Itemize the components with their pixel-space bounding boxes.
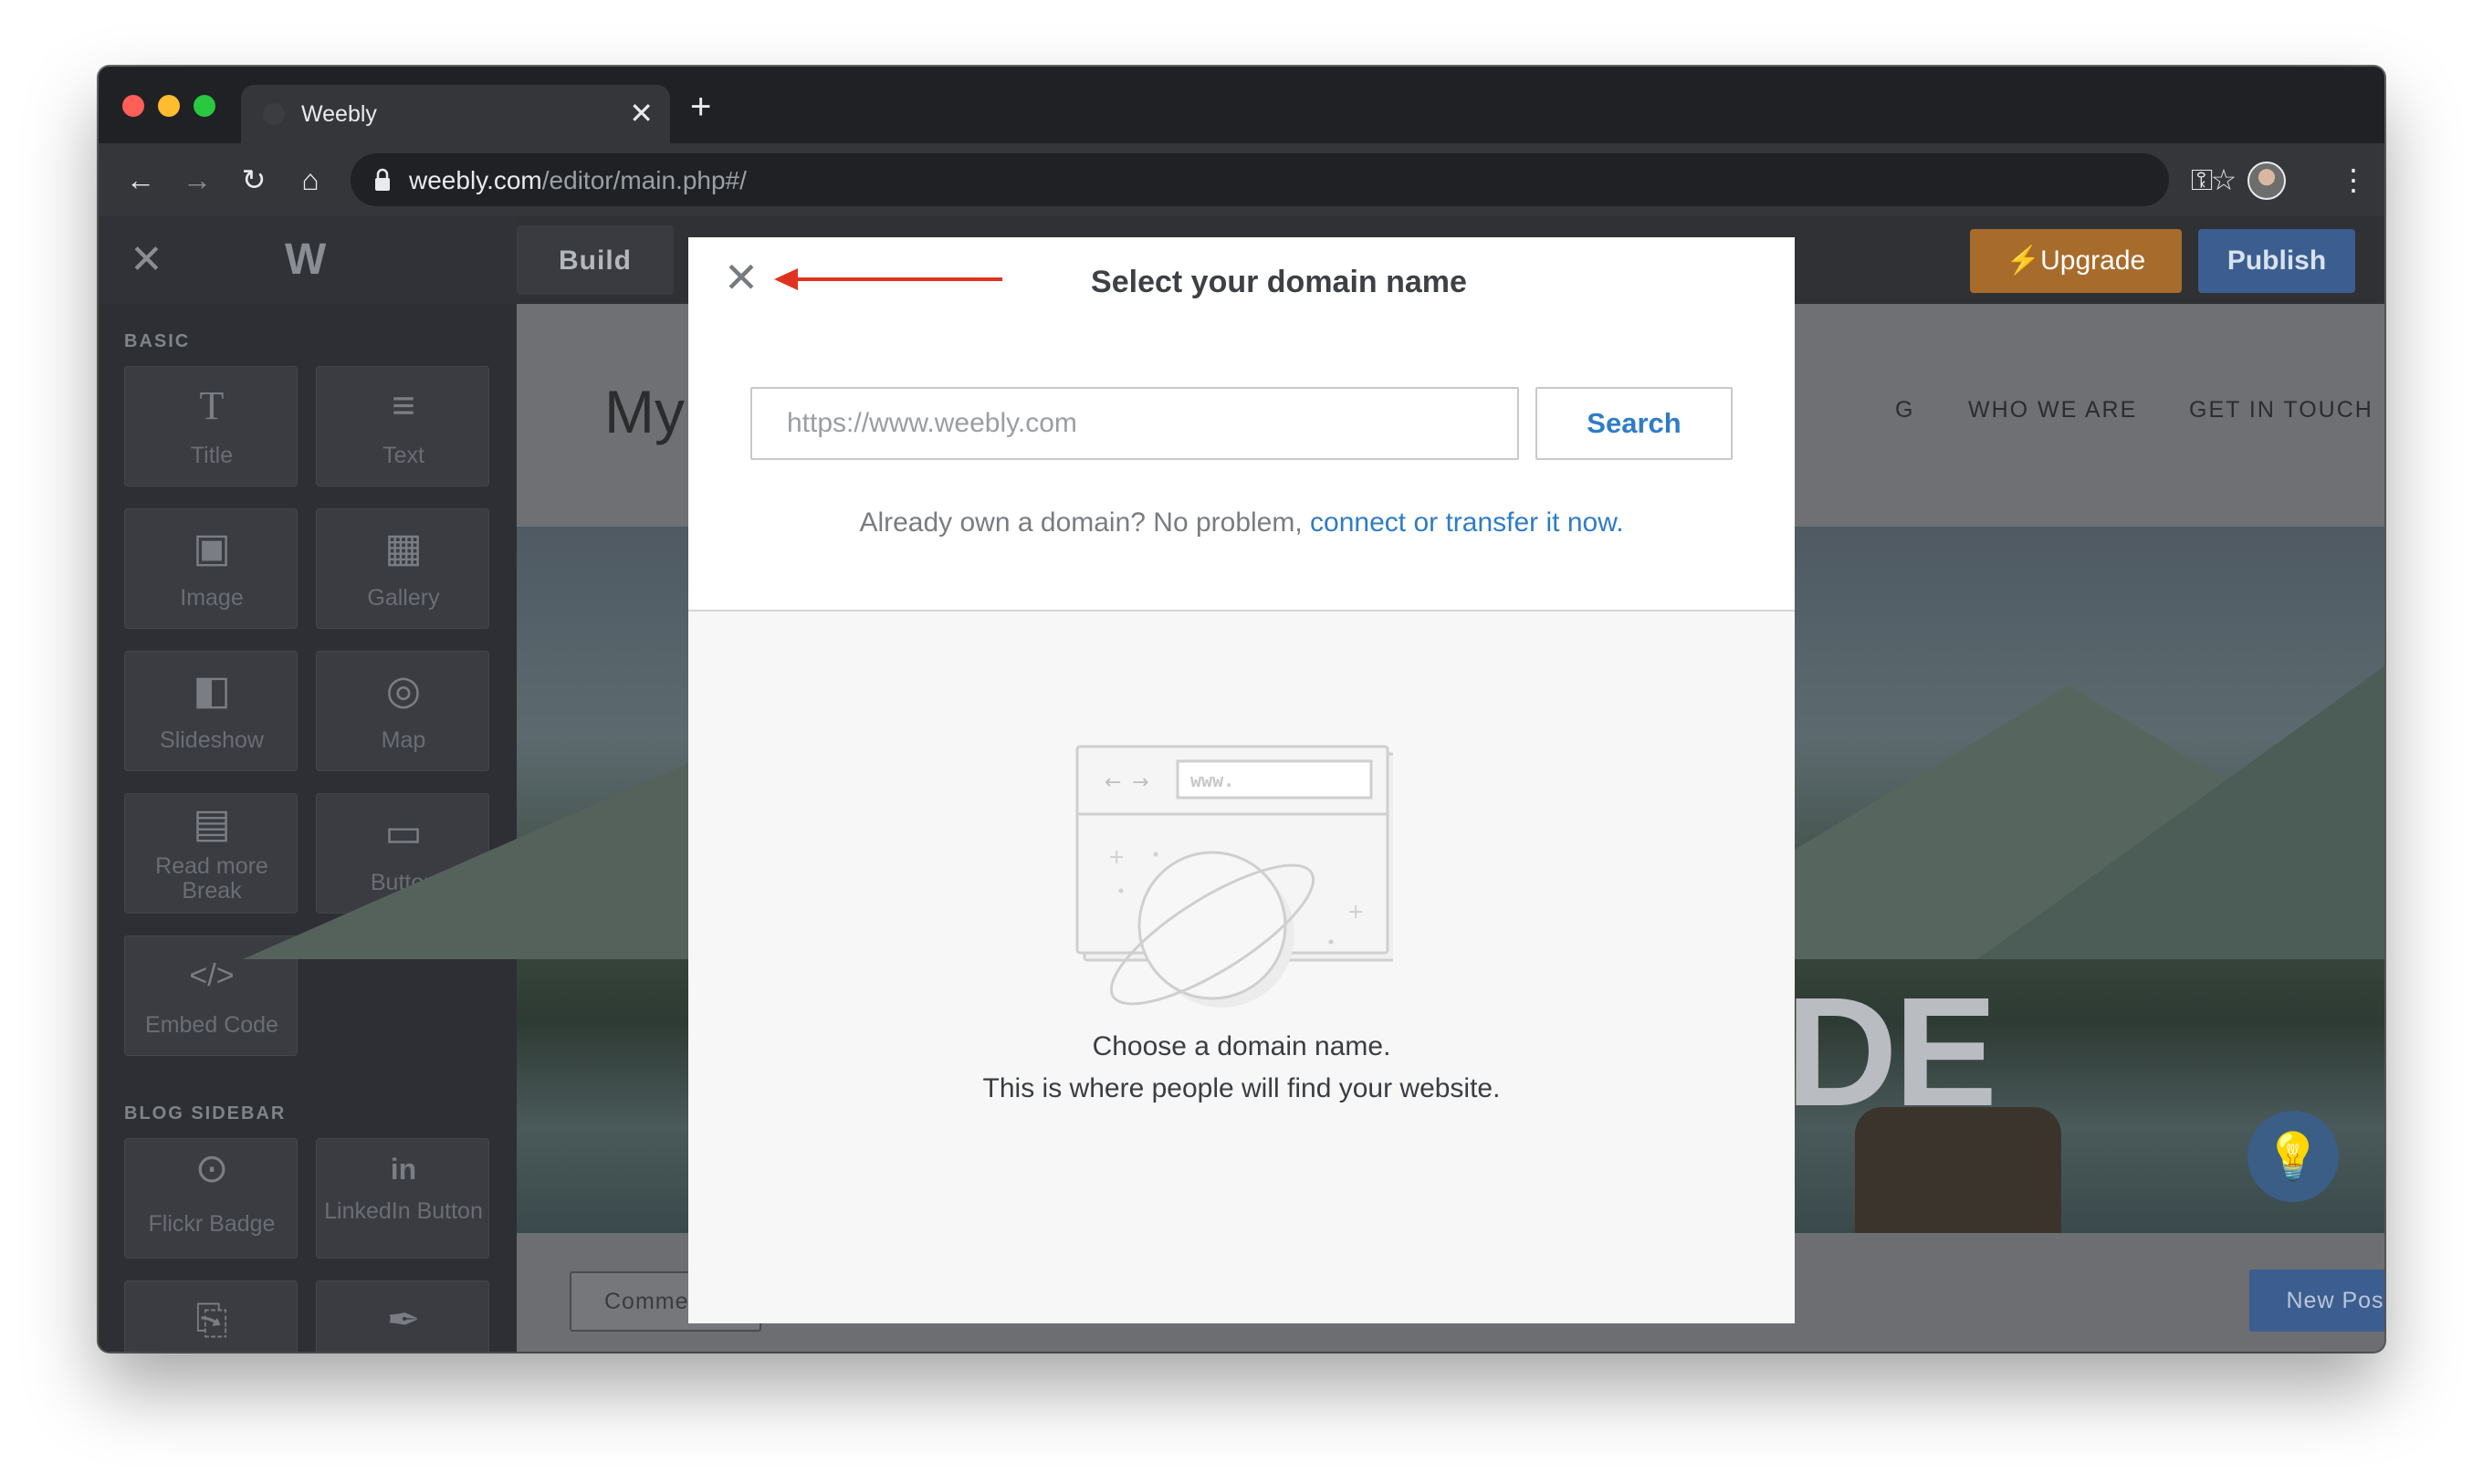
close-window-button[interactable] <box>122 95 144 117</box>
image-icon: ▣ <box>193 526 231 570</box>
tab-strip: Weebly ✕ + <box>99 67 2384 143</box>
tab-build[interactable]: Build <box>517 225 674 295</box>
gallery-icon: ▦ <box>384 526 423 570</box>
own-domain-text: Already own a domain? No problem, connec… <box>688 507 1795 538</box>
code-icon: </> <box>189 958 235 993</box>
sidebar-header: ✕ W <box>99 216 517 304</box>
site-nav-item[interactable]: WHO WE ARE <box>1968 397 2137 423</box>
tile-label: Image <box>180 585 244 611</box>
tile-label: LinkedIn Button <box>324 1198 483 1224</box>
element-tile-gallery[interactable]: ▦ Gallery <box>316 508 489 629</box>
map-pin-icon: ◎ <box>385 668 422 713</box>
home-icon[interactable]: ⌂ <box>292 162 329 198</box>
tree-stump <box>1855 1107 2061 1235</box>
svg-text:←: ← <box>1105 771 1121 794</box>
minimize-window-button[interactable] <box>158 95 180 117</box>
new-post-button[interactable]: New Post <box>2249 1270 2384 1332</box>
tile-label: Slideshow <box>160 727 264 753</box>
build-tab-label: Build <box>559 246 632 276</box>
section-heading-blog-sidebar: BLOG SIDEBAR <box>124 1103 287 1123</box>
site-title[interactable]: My <box>604 377 685 446</box>
back-arrow-icon[interactable]: ← <box>122 162 159 198</box>
url-path: /editor/main.php#/ <box>541 166 747 194</box>
browser-tab-weebly[interactable]: Weebly ✕ <box>241 85 670 143</box>
domain-search-input[interactable] <box>750 387 1519 460</box>
new-tab-icon[interactable]: + <box>690 89 711 125</box>
connect-transfer-link[interactable]: connect or transfer it now. <box>1310 507 1624 538</box>
tile-label: Text <box>382 443 424 468</box>
tile-label: Map <box>381 727 426 753</box>
lock-icon <box>375 168 390 191</box>
profile-avatar[interactable] <box>2247 162 2286 200</box>
tile-label: Title <box>190 443 234 468</box>
search-button[interactable]: Search <box>1535 387 1733 460</box>
site-nav-item[interactable]: G <box>1895 397 1914 423</box>
pen-nib-icon: ✒ <box>386 1298 421 1343</box>
tile-label: Embed Code <box>145 1012 278 1038</box>
mountain-shape <box>1977 631 2384 959</box>
upgrade-button[interactable]: ⚡Upgrade <box>1970 229 2182 293</box>
svg-text:+: + <box>1108 846 1125 869</box>
address-bar[interactable]: weebly.com/editor/main.php#/ <box>351 153 2169 206</box>
element-tile-map[interactable]: ◎ Map <box>316 651 489 771</box>
publish-button[interactable]: Publish <box>2198 229 2355 293</box>
svg-text:+: + <box>1347 901 1364 924</box>
reload-icon[interactable]: ↻ <box>236 162 272 198</box>
browser-planet-illustration: ← → www. + + <box>1075 745 1393 1008</box>
tile-label: Gallery <box>367 585 440 611</box>
linkedin-icon: in <box>390 1153 417 1186</box>
section-heading-basic: BASIC <box>124 331 191 351</box>
weebly-favicon-icon <box>263 103 285 125</box>
site-nav-item[interactable]: GET IN TOUCH <box>2189 397 2373 423</box>
forward-arrow-icon[interactable]: → <box>179 162 215 198</box>
browser-toolbar: ← → ↻ ⌂ weebly.com/editor/main.php#/ ⚿ ☆… <box>99 143 2384 216</box>
tab-close-icon[interactable]: ✕ <box>629 96 654 131</box>
lightbulb-icon[interactable]: 💡 <box>2247 1111 2339 1202</box>
folder-download-icon: ⎘ <box>195 1298 228 1343</box>
maximize-window-button[interactable] <box>194 95 215 117</box>
element-tile-linkedin-button[interactable]: in LinkedIn Button <box>316 1138 489 1259</box>
weebly-logo-icon: W <box>285 235 326 284</box>
element-tile-text[interactable]: ≡ Text <box>316 366 489 486</box>
own-domain-prompt: Already own a domain? No problem, <box>859 507 1303 538</box>
flickr-icon: ⊙ <box>194 1146 229 1191</box>
element-tile-partial[interactable]: ✒ <box>316 1280 489 1352</box>
exit-editor-icon[interactable]: ✕ <box>130 240 163 280</box>
url-host: weebly.com <box>409 166 542 194</box>
upgrade-label: Upgrade <box>2040 246 2146 276</box>
element-tile-flickr-badge[interactable]: ⊙ Flickr Badge <box>124 1138 298 1259</box>
text-icon: ≡ <box>392 383 415 428</box>
bookmark-star-icon[interactable]: ☆ <box>2205 162 2242 198</box>
url-text: weebly.com/editor/main.php#/ <box>409 166 747 195</box>
browser-menu-icon[interactable]: ⋮ <box>2335 162 2372 198</box>
tile-label: Flickr Badge <box>148 1211 276 1237</box>
tab-title: Weebly <box>301 101 377 127</box>
modal-body: ← → www. + + Choose a domain name. This … <box>688 611 1795 1323</box>
illustration-www: www. <box>1190 769 1234 791</box>
element-tile-image[interactable]: ▣ Image <box>124 508 298 629</box>
modal-title: Select your domain name <box>1091 265 1467 299</box>
domain-modal: ✕ Select your domain name Search Already… <box>688 237 1795 1323</box>
slideshow-icon: ◧ <box>193 668 231 713</box>
svg-text:→: → <box>1132 771 1148 794</box>
modal-header: ✕ Select your domain name Search Already… <box>688 237 1795 611</box>
element-tile-title[interactable]: T Title <box>124 366 298 486</box>
element-tile-partial[interactable]: ⎘ <box>124 1280 298 1352</box>
lightning-icon: ⚡ <box>2006 246 2041 276</box>
element-tile-slideshow[interactable]: ◧ Slideshow <box>124 651 298 771</box>
choose-domain-subtext: This is where people will find your webs… <box>982 1073 1501 1103</box>
choose-domain-heading: Choose a domain name. <box>1092 1031 1391 1061</box>
title-icon: T <box>199 383 225 428</box>
